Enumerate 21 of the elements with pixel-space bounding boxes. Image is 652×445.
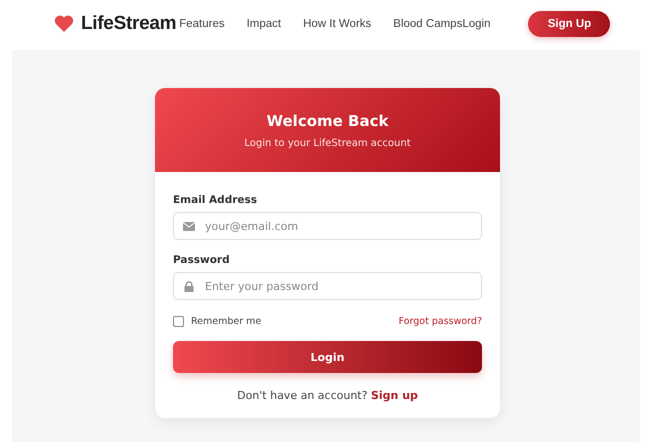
- brand-name[interactable]: LifeStream: [81, 13, 176, 35]
- lock-icon: [183, 280, 195, 292]
- nav-link[interactable]: Blood Camps: [393, 18, 462, 30]
- checkbox[interactable]: [173, 316, 184, 327]
- nav-link[interactable]: How It Works: [303, 18, 372, 30]
- sign-up-link[interactable]: Sign up: [370, 389, 418, 402]
- field-label: Email Address: [173, 194, 258, 206]
- login-button[interactable]: Login: [173, 341, 482, 373]
- nav-link[interactable]: Features: [179, 18, 225, 30]
- input-field[interactable]: Enter your password: [173, 272, 482, 300]
- signup-prompt: Don't have an account? Sign up: [236, 389, 419, 402]
- forgot-password-link[interactable]: Forgot password?: [398, 316, 482, 327]
- card-title: Welcome Back: [266, 112, 388, 130]
- input-field[interactable]: your@email.com: [173, 212, 482, 240]
- checkbox-label: Remember me: [191, 316, 262, 327]
- heart-icon: [54, 15, 74, 33]
- sign-up-button[interactable]: Sign Up: [528, 11, 610, 37]
- field-label: Password: [173, 254, 231, 266]
- card-subtitle: Login to your LifeStream account: [244, 138, 411, 148]
- nav-link[interactable]: Login: [462, 18, 490, 30]
- nav-link[interactable]: Impact: [246, 18, 282, 30]
